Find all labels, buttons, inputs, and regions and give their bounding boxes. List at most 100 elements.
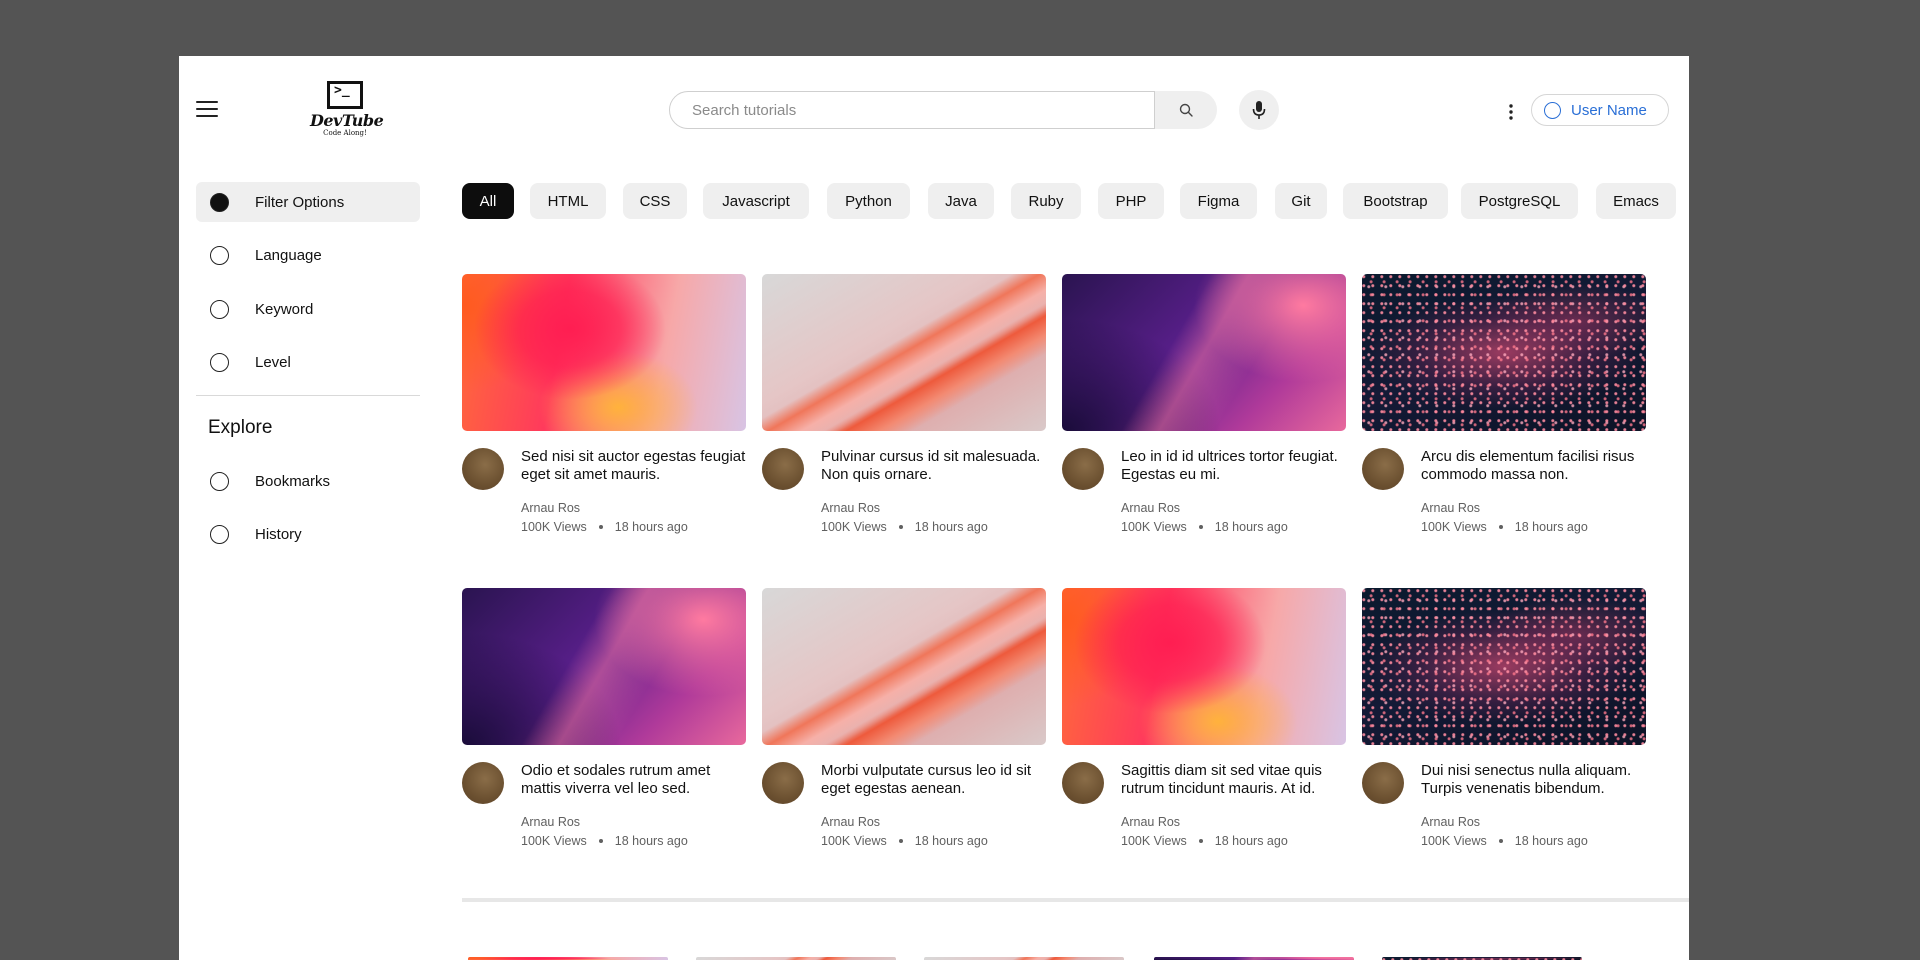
video-title[interactable]: Pulvinar cursus id sit malesuada. Non qu… bbox=[821, 448, 1046, 484]
channel-avatar[interactable] bbox=[762, 448, 804, 490]
radio-icon bbox=[210, 524, 229, 544]
chip-php[interactable]: PHP bbox=[1098, 183, 1164, 219]
explore-heading: Explore bbox=[208, 417, 273, 438]
chip-javascript[interactable]: Javascript bbox=[703, 183, 809, 219]
upload-time: 18 hours ago bbox=[1514, 834, 1588, 848]
video-card[interactable]: Arcu dis elementum facilisi risus commod… bbox=[1362, 274, 1646, 544]
video-card[interactable]: Leo in id id ultrices tortor feugiat. Eg… bbox=[1062, 274, 1346, 544]
sidebar-item-label: History bbox=[255, 525, 302, 543]
channel-name[interactable]: Arnau Ros bbox=[821, 501, 880, 515]
upload-time: 18 hours ago bbox=[614, 520, 688, 534]
channel-name[interactable]: Arnau Ros bbox=[1421, 501, 1480, 515]
sidebar-item-label: Language bbox=[255, 246, 322, 264]
view-count: 100K Views bbox=[821, 834, 887, 848]
channel-name[interactable]: Arnau Ros bbox=[1121, 501, 1180, 515]
user-name-label: User Name bbox=[1571, 101, 1647, 119]
sidebar-item-language[interactable]: Language bbox=[196, 235, 420, 275]
video-card[interactable]: Morbi vulputate cursus leo id sit eget e… bbox=[762, 588, 1046, 858]
video-title[interactable]: Sagittis diam sit sed vitae quis rutrum … bbox=[1121, 762, 1346, 798]
video-thumbnail[interactable] bbox=[762, 588, 1046, 745]
channel-name[interactable]: Arnau Ros bbox=[521, 815, 580, 829]
video-card[interactable]: Dui nisi senectus nulla aliquam. Turpis … bbox=[1362, 588, 1646, 858]
sidebar-item-label: Level bbox=[255, 353, 291, 371]
video-title[interactable]: Sed nisi sit auctor egestas feugiat eget… bbox=[521, 448, 746, 484]
channel-avatar[interactable] bbox=[762, 762, 804, 804]
user-avatar-icon bbox=[1544, 101, 1561, 119]
video-meta: 100K Views 18 hours ago bbox=[521, 520, 688, 534]
video-title[interactable]: Dui nisi senectus nulla aliquam. Turpis … bbox=[1421, 762, 1646, 798]
chip-python[interactable]: Python bbox=[827, 183, 910, 219]
sidebar-item-label: Filter Options bbox=[255, 193, 345, 211]
video-meta: 100K Views 18 hours ago bbox=[1121, 520, 1288, 534]
video-thumbnail[interactable] bbox=[1062, 274, 1346, 431]
view-count: 100K Views bbox=[521, 834, 587, 848]
channel-name[interactable]: Arnau Ros bbox=[1121, 815, 1180, 829]
video-thumbnail[interactable] bbox=[1062, 588, 1346, 745]
channel-avatar[interactable] bbox=[1062, 448, 1104, 490]
upload-time: 18 hours ago bbox=[1214, 834, 1288, 848]
video-title[interactable]: Leo in id id ultrices tortor feugiat. Eg… bbox=[1121, 448, 1346, 484]
sidebar-item-filter-options[interactable]: Filter Options bbox=[196, 182, 420, 222]
chip-git[interactable]: Git bbox=[1275, 183, 1327, 219]
upload-time: 18 hours ago bbox=[914, 834, 988, 848]
chip-all[interactable]: All bbox=[462, 183, 514, 219]
channel-avatar[interactable] bbox=[1062, 762, 1104, 804]
video-card[interactable]: Odio et sodales rutrum amet mattis viver… bbox=[462, 588, 746, 858]
chip-html[interactable]: HTML bbox=[530, 183, 606, 219]
channel-avatar[interactable] bbox=[462, 762, 504, 804]
radio-icon bbox=[210, 299, 229, 319]
sidebar-item-label: Bookmarks bbox=[255, 472, 331, 490]
sidebar-item-level[interactable]: Level bbox=[196, 342, 420, 382]
view-count: 100K Views bbox=[1421, 834, 1487, 848]
radio-icon bbox=[210, 471, 229, 491]
upload-time: 18 hours ago bbox=[1214, 520, 1288, 534]
chip-java[interactable]: Java bbox=[928, 183, 994, 219]
channel-name[interactable]: Arnau Ros bbox=[1421, 815, 1480, 829]
section-divider bbox=[462, 898, 1689, 902]
channel-name[interactable]: Arnau Ros bbox=[521, 501, 580, 515]
chip-postgresql[interactable]: PostgreSQL bbox=[1461, 183, 1578, 219]
search-input[interactable] bbox=[669, 91, 1155, 129]
chip-bootstrap[interactable]: Bootstrap bbox=[1343, 183, 1448, 219]
voice-search-button[interactable] bbox=[1239, 90, 1279, 130]
video-title[interactable]: Odio et sodales rutrum amet mattis viver… bbox=[521, 762, 746, 798]
upload-time: 18 hours ago bbox=[614, 834, 688, 848]
video-title[interactable]: Morbi vulputate cursus leo id sit eget e… bbox=[821, 762, 1046, 798]
video-card[interactable]: Sagittis diam sit sed vitae quis rutrum … bbox=[1062, 588, 1346, 858]
logo-name: DevTube bbox=[310, 111, 384, 130]
view-count: 100K Views bbox=[1121, 834, 1187, 848]
radio-icon bbox=[210, 352, 229, 372]
view-count: 100K Views bbox=[821, 520, 887, 534]
channel-avatar[interactable] bbox=[462, 448, 504, 490]
hamburger-menu-icon[interactable] bbox=[196, 101, 218, 119]
user-account-button[interactable]: User Name bbox=[1531, 94, 1669, 126]
search-button[interactable] bbox=[1155, 91, 1217, 129]
video-thumbnail[interactable] bbox=[1362, 588, 1646, 745]
video-thumbnail[interactable] bbox=[1362, 274, 1646, 431]
video-meta: 100K Views 18 hours ago bbox=[821, 520, 988, 534]
chip-css[interactable]: CSS bbox=[623, 183, 687, 219]
chip-figma[interactable]: Figma bbox=[1180, 183, 1257, 219]
video-meta: 100K Views 18 hours ago bbox=[1421, 834, 1588, 848]
more-options-icon[interactable] bbox=[1501, 100, 1521, 124]
channel-avatar[interactable] bbox=[1362, 762, 1404, 804]
channel-avatar[interactable] bbox=[1362, 448, 1404, 490]
video-thumbnail[interactable] bbox=[462, 274, 746, 431]
video-meta: 100K Views 18 hours ago bbox=[821, 834, 988, 848]
sidebar-item-history[interactable]: History bbox=[196, 514, 420, 554]
video-card[interactable]: Sed nisi sit auctor egestas feugiat eget… bbox=[462, 274, 746, 544]
sidebar-item-keyword[interactable]: Keyword bbox=[196, 289, 420, 329]
chip-emacs[interactable]: Emacs bbox=[1596, 183, 1676, 219]
devtube-logo[interactable]: >_ DevTube Code Along! bbox=[310, 81, 384, 137]
video-title[interactable]: Arcu dis elementum facilisi risus commod… bbox=[1421, 448, 1646, 484]
sidebar-item-bookmarks[interactable]: Bookmarks bbox=[196, 461, 420, 501]
sidebar-item-label: Keyword bbox=[255, 300, 314, 318]
video-thumbnail[interactable] bbox=[462, 588, 746, 745]
chip-ruby[interactable]: Ruby bbox=[1011, 183, 1081, 219]
terminal-icon: >_ bbox=[327, 81, 363, 109]
logo-tagline: Code Along! bbox=[323, 129, 367, 137]
channel-name[interactable]: Arnau Ros bbox=[821, 815, 880, 829]
view-count: 100K Views bbox=[521, 520, 587, 534]
video-card[interactable]: Pulvinar cursus id sit malesuada. Non qu… bbox=[762, 274, 1046, 544]
video-thumbnail[interactable] bbox=[762, 274, 1046, 431]
